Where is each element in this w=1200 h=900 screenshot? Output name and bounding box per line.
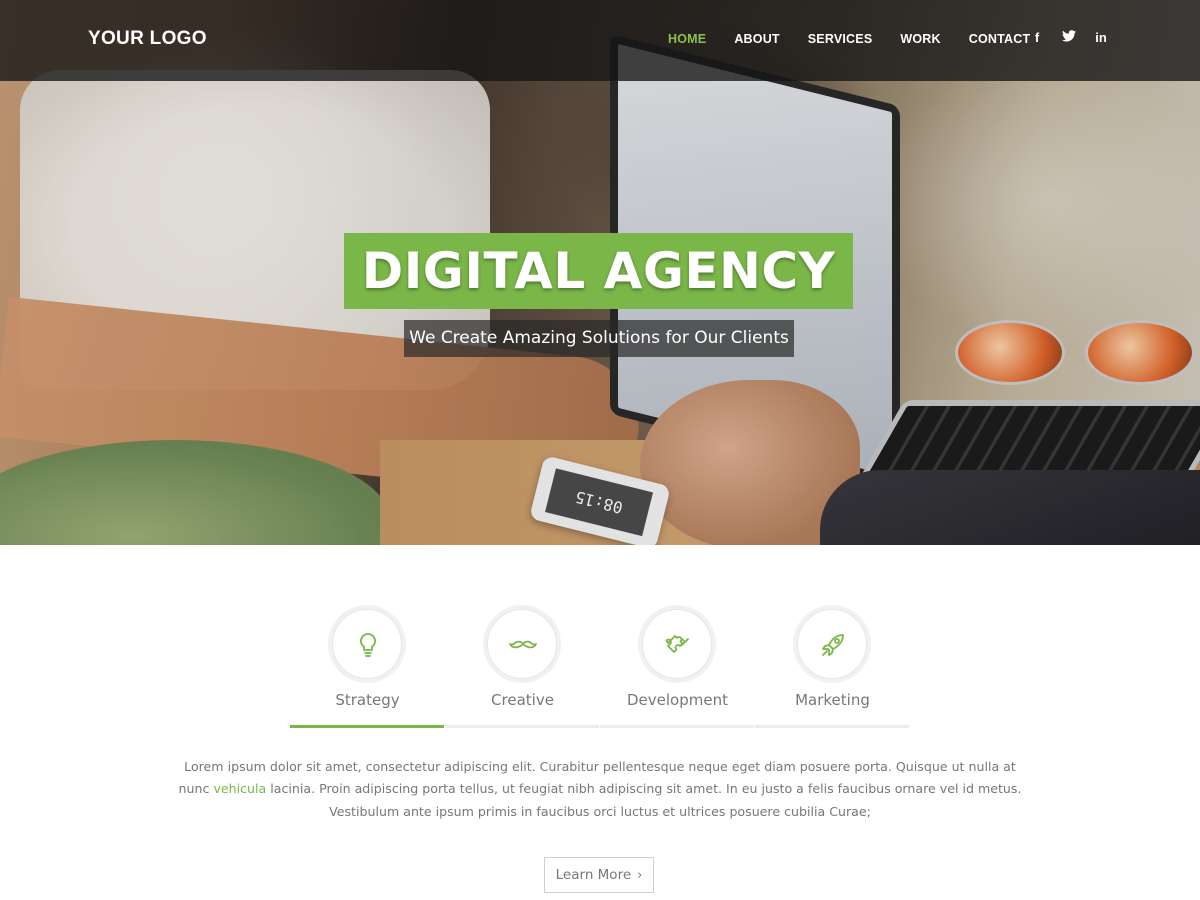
puzzle-icon	[665, 635, 689, 653]
tab-strategy[interactable]: Strategy	[290, 605, 445, 729]
mustache-icon	[509, 640, 537, 649]
tab-label: Marketing	[795, 691, 870, 709]
twitter-icon[interactable]	[1062, 30, 1076, 45]
tab-development[interactable]: Development	[600, 605, 755, 729]
feature-tabs: Strategy Creative Development Marketing	[290, 605, 910, 729]
nav-services[interactable]: SERVICES	[808, 32, 873, 46]
nav-home[interactable]: HOME	[668, 32, 706, 46]
learn-more-button[interactable]: Learn More ›	[544, 857, 654, 893]
tab-label: Development	[627, 691, 728, 709]
facebook-icon[interactable]: f	[1030, 30, 1044, 45]
tab-underline	[600, 725, 754, 728]
site-logo[interactable]: YOUR LOGO	[88, 28, 207, 50]
feature-description: Lorem ipsum dolor sit amet, consectetur …	[178, 759, 1022, 819]
tab-creative[interactable]: Creative	[445, 605, 600, 729]
tab-marketing[interactable]: Marketing	[755, 605, 910, 729]
nav-contact[interactable]: CONTACT	[969, 32, 1031, 46]
navbar: YOUR LOGO HOME ABOUT SERVICES WORK CONTA…	[0, 0, 1200, 81]
hero-subtitle: We Create Amazing Solutions for Our Clie…	[404, 320, 794, 357]
rocket-icon	[822, 634, 844, 656]
nav-work[interactable]: WORK	[900, 32, 940, 46]
main-nav: HOME ABOUT SERVICES WORK CONTACT	[668, 32, 1058, 46]
tab-underline	[445, 725, 599, 728]
tab-underline-active	[290, 725, 444, 728]
chevron-right-icon: ›	[637, 868, 643, 883]
inline-link[interactable]: vehicula	[213, 781, 266, 796]
hero-title: DIGITAL AGENCY	[344, 233, 853, 309]
tab-underline	[755, 725, 909, 728]
tab-label: Strategy	[335, 691, 400, 709]
social-links: f in	[1030, 30, 1108, 45]
linkedin-icon[interactable]: in	[1094, 30, 1108, 45]
nav-about[interactable]: ABOUT	[734, 32, 779, 46]
lightbulb-icon	[360, 633, 376, 657]
tab-label: Creative	[491, 691, 554, 709]
